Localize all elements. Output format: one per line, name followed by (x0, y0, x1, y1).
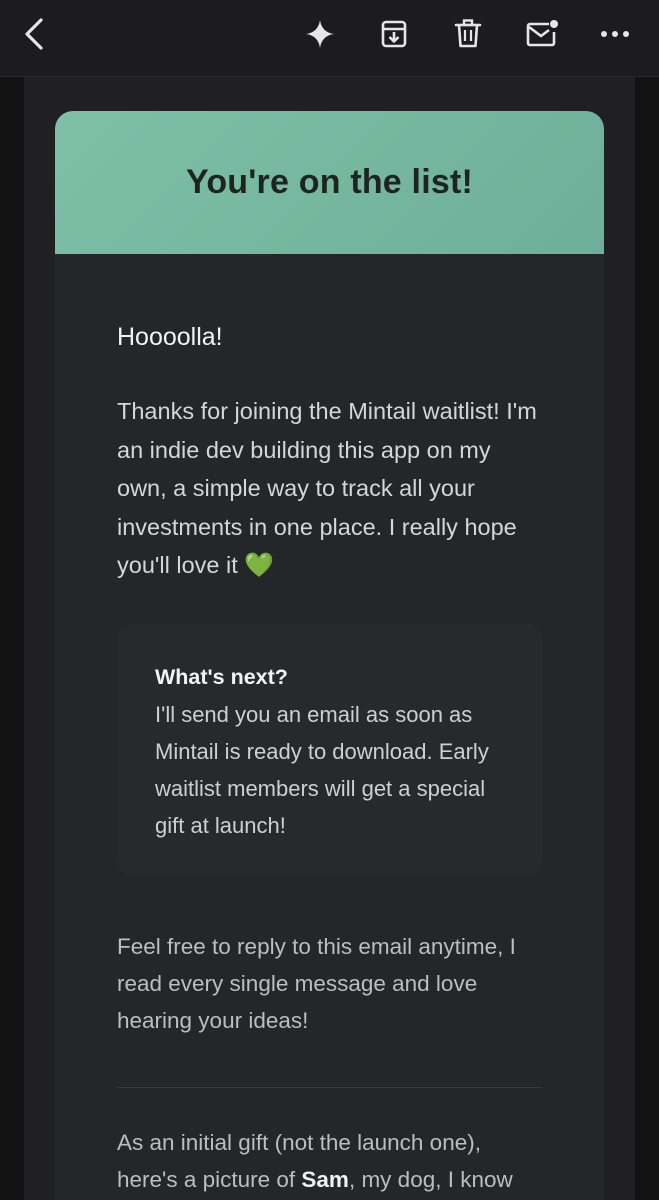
trash-icon (454, 19, 482, 48)
greeting: Hoooolla! (117, 323, 223, 351)
gift-paragraph: As an initial gift (not the launch one),… (117, 1124, 542, 1200)
chevron-left-icon (25, 18, 43, 50)
dog-name: Sam (301, 1166, 349, 1192)
more-horizontal-icon (601, 31, 629, 37)
email-content: You're on the list! Hoooolla! Thanks for… (24, 77, 635, 1200)
mark-unread-button[interactable] (520, 12, 564, 56)
email-body: Hoooolla! Thanks for joining the Mintail… (55, 320, 604, 1200)
archive-icon (381, 20, 407, 48)
delete-button[interactable] (446, 12, 490, 56)
whats-next-title: What's next? (155, 664, 288, 689)
reply-note: Feel free to reply to this email anytime… (117, 933, 516, 1033)
whats-next-text: I'll send you an email as soon as Mintai… (155, 701, 489, 838)
intro-paragraph: Thanks for joining the Mintail waitlist!… (117, 392, 542, 586)
back-button[interactable] (12, 12, 56, 56)
divider (117, 1086, 542, 1088)
email-card: You're on the list! Hoooolla! Thanks for… (55, 111, 604, 1200)
ai-assist-button[interactable] (298, 12, 342, 56)
email-toolbar (0, 0, 659, 77)
intro-text: Thanks for joining the Mintail waitlist!… (117, 398, 537, 578)
whats-next-box: What's next? I'll send you an email as s… (117, 623, 542, 876)
green-heart-emoji: 💚 (244, 552, 275, 579)
sparkle-icon (306, 20, 334, 48)
more-button[interactable] (593, 12, 637, 56)
mail-unread-icon (526, 20, 558, 47)
hero-title: You're on the list! (185, 163, 474, 201)
hero-banner: You're on the list! (55, 111, 604, 254)
archive-button[interactable] (372, 12, 416, 56)
